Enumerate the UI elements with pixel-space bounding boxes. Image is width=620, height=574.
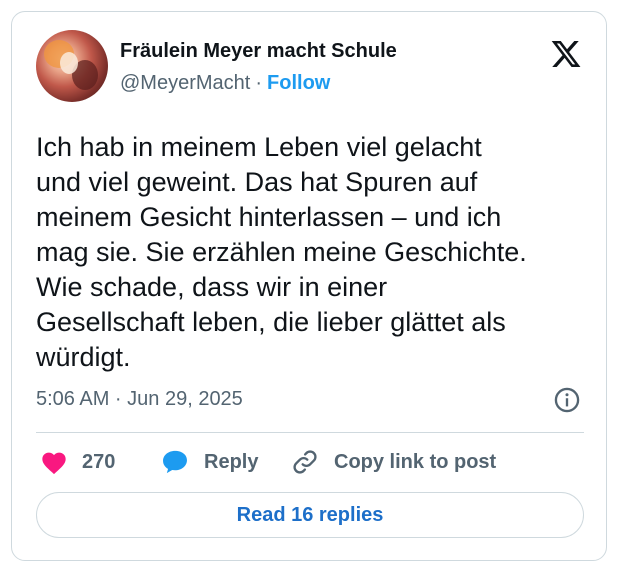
avatar-detail [60,52,78,74]
tweet-embed-card: Fräulein Meyer macht Schule @MeyerMacht ·… [11,11,607,561]
author-handle-row: @MeyerMacht · Follow [120,72,330,95]
like-button[interactable]: 270 [40,446,115,478]
reply-label: Reply [204,450,259,473]
avatar[interactable] [36,30,108,102]
reply-button[interactable]: Reply [160,446,258,478]
info-icon[interactable] [553,386,581,414]
x-logo-icon[interactable] [549,38,583,70]
author-handle[interactable]: @MeyerMacht [120,72,250,94]
speech-bubble-icon [163,450,187,474]
like-count: 270 [82,450,116,473]
copy-link-label: Copy link to post [334,450,497,473]
copy-link-button[interactable]: Copy link to post [290,446,496,478]
tweet-text: Ich hab in meinem Leben viel gelacht und… [36,132,527,372]
read-replies-button[interactable]: Read 16 replies [36,492,584,538]
separator-dot: · [255,72,263,94]
heart-icon [42,452,66,475]
author-display-name[interactable]: Fräulein Meyer macht Schule [120,40,397,63]
link-icon [293,450,317,474]
divider [36,432,584,433]
tweet-timestamp[interactable]: 5:06 AM · Jun 29, 2025 [36,388,243,411]
follow-button[interactable]: Follow [267,72,330,94]
